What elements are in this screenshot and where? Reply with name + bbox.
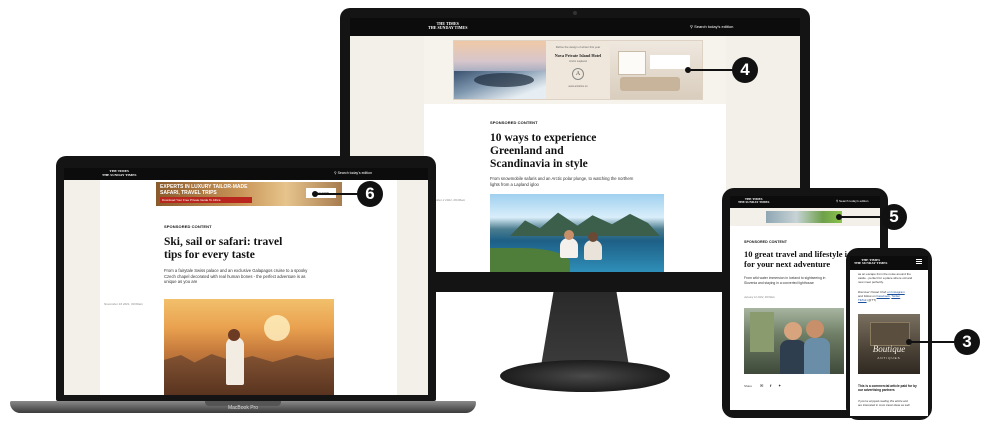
shop-sign: Boutique bbox=[872, 344, 906, 354]
desktop-standfirst: From snowmobile safaris and an Arctic po… bbox=[490, 176, 634, 187]
tablet-share-label: Share bbox=[744, 384, 753, 388]
shop-sign-sub: ANTIQUES bbox=[877, 356, 901, 360]
laptop-headline: Ski, sail or safari: travel tips for eve… bbox=[164, 236, 283, 261]
search-icon: ⚲ bbox=[836, 199, 839, 203]
desktop-masthead[interactable]: THE TIMES THE SUNDAY TIMES bbox=[428, 22, 467, 30]
phone-masthead[interactable]: THE TIMES THE SUNDAY TIMES bbox=[854, 258, 887, 266]
ad-location: Arctic Lapland bbox=[569, 59, 587, 63]
callout-5-line bbox=[839, 216, 883, 218]
search-icon: ⚲ bbox=[690, 24, 693, 29]
laptop-hero-photo bbox=[164, 299, 334, 395]
callout-4-line bbox=[688, 69, 734, 71]
laptop-left-gutter bbox=[64, 180, 100, 395]
laptop-right-gutter bbox=[397, 180, 428, 395]
twitter-share-icon[interactable]: ✦ bbox=[778, 383, 781, 388]
callout-4-badge: 4 bbox=[732, 57, 758, 83]
desktop-sponsored-label: SPONSORED CONTENT bbox=[490, 120, 538, 125]
laptop-sponsored-label: SPONSORED CONTENT bbox=[164, 224, 212, 229]
facebook-share-icon[interactable]: f bbox=[770, 383, 771, 388]
ad-image-lake bbox=[454, 41, 546, 99]
callout-3-badge: 3 bbox=[954, 329, 980, 355]
menu-icon[interactable] bbox=[916, 259, 922, 260]
safari-ad-cta[interactable]: Download Your Free Private Guide To Afri… bbox=[160, 197, 252, 203]
desktop-search[interactable]: ⚲ Search today's edition bbox=[690, 24, 733, 29]
phone-social-links: Discover Ocean Club on Instagram and fol… bbox=[858, 290, 905, 303]
laptop-byline: November 16 2021, 09:00am bbox=[104, 302, 143, 306]
phone-screen: THE TIMES THE SUNDAY TIMES as an escape … bbox=[850, 256, 928, 416]
monitor-base bbox=[500, 360, 670, 392]
callout-6-badge: 6 bbox=[357, 181, 383, 207]
desktop-hero-photo bbox=[490, 194, 664, 272]
phone-commercial-note: This is a commercial article paid for by… bbox=[858, 384, 917, 393]
callout-6-line bbox=[315, 193, 359, 195]
tablet-masthead[interactable]: THE TIMES THE SUNDAY TIMES bbox=[738, 197, 769, 204]
tablet-standfirst: From wild water immersion in Iceland to … bbox=[744, 276, 826, 285]
phone-footer-text: If you've enjoyed reading this article a… bbox=[858, 399, 910, 407]
monitor-camera bbox=[573, 11, 577, 15]
ad-logo: A bbox=[572, 68, 584, 80]
ad-hotel-name: Nova Private Island Hotel bbox=[554, 53, 602, 58]
callout-5-badge: 5 bbox=[881, 204, 907, 230]
hotel-ad-banner[interactable]: Refine the design of winter this year No… bbox=[453, 40, 703, 100]
safari-ad-subtitle: SAFARI, TRAVEL TRIPS bbox=[160, 190, 217, 196]
laptop-search[interactable]: ⚲ Search today's edition bbox=[334, 171, 372, 175]
ad-tagline: Refine the design of winter this year bbox=[555, 45, 601, 49]
laptop-brand-label: MacBook Pro bbox=[227, 405, 258, 411]
callout-3-line bbox=[909, 341, 956, 343]
tablet-search[interactable]: ⚲ Search today's edition bbox=[836, 199, 868, 203]
email-share-icon[interactable]: ✉ bbox=[760, 383, 763, 388]
laptop-masthead[interactable]: THE TIMES THE SUNDAY TIMES bbox=[102, 169, 137, 177]
ad-url[interactable]: www.arcticlux.co bbox=[550, 85, 606, 88]
twitter-link[interactable]: Twitter bbox=[891, 294, 900, 298]
tablet-hero-photo bbox=[744, 308, 844, 374]
desktop-headline: 10 ways to experience Greenland and Scan… bbox=[490, 132, 597, 170]
tablet-headline: 10 great travel and lifestyle ide for yo… bbox=[744, 249, 856, 269]
tablet-sponsored-label: SPONSORED CONTENT bbox=[744, 240, 788, 244]
facebook-link[interactable]: Facebook bbox=[877, 294, 890, 298]
search-icon: ⚲ bbox=[334, 171, 337, 175]
tablet-byline: January 12 2022, 09:00am bbox=[744, 296, 775, 299]
tablet-ad-banner[interactable] bbox=[766, 211, 842, 223]
laptop-standfirst: From a fairytale Swiss palace and an exc… bbox=[164, 268, 308, 285]
phone-intro: as an escape from the noise around the c… bbox=[858, 272, 913, 285]
tiktok-link[interactable]: TikTok bbox=[858, 298, 867, 302]
